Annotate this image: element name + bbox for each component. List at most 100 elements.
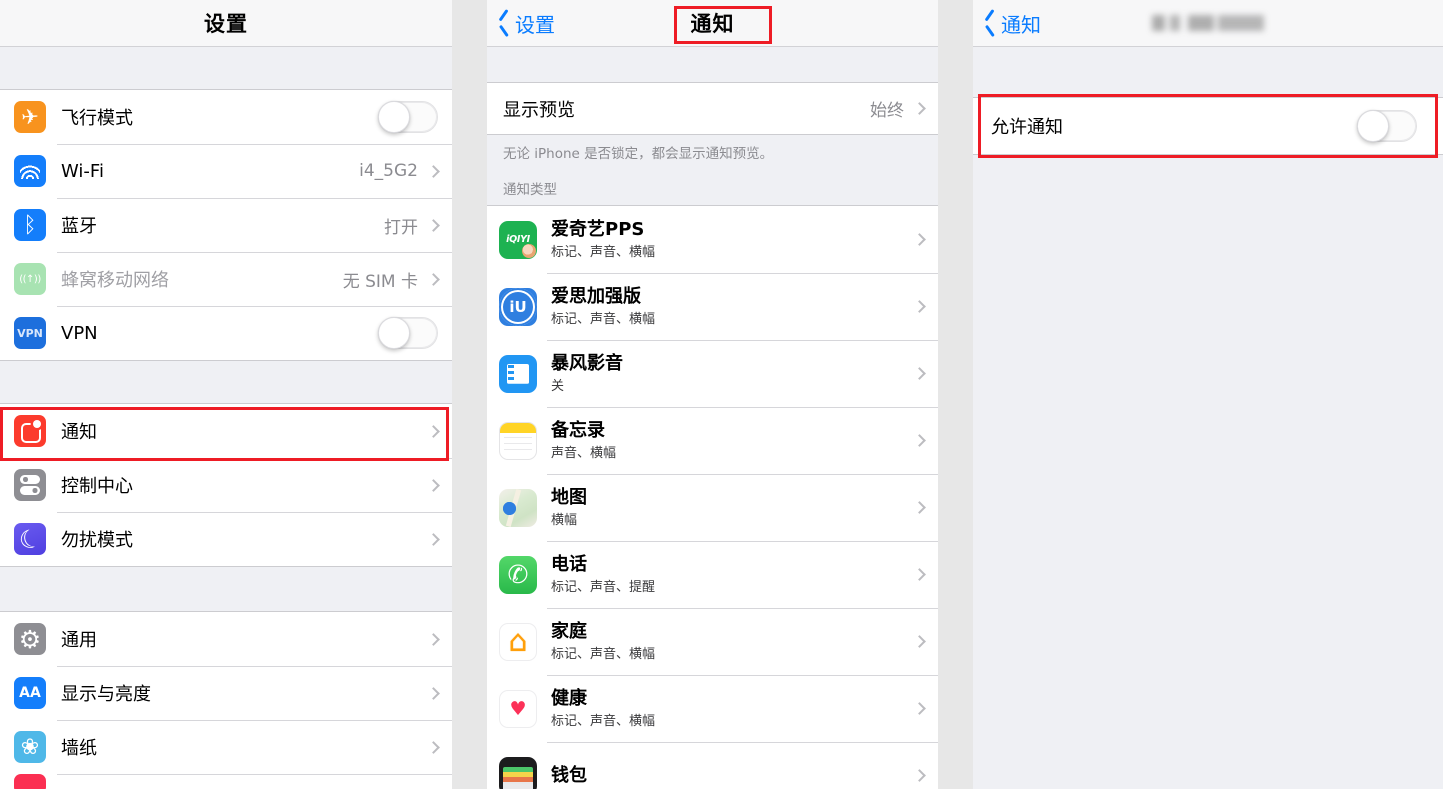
list-item-text: 爱思加强版 标记、声音、横幅: [551, 286, 655, 327]
sidebar-item-do-not-disturb[interactable]: 勿扰模式: [0, 512, 452, 566]
app-name: 备忘录: [551, 420, 605, 442]
notifications-icon: [14, 415, 46, 447]
allow-notifications-row[interactable]: 允许通知: [973, 98, 1443, 154]
row-label: 控制中心: [61, 476, 133, 497]
list-item-text: 家庭 标记、声音、横幅: [551, 621, 655, 662]
panel-divider: [938, 0, 973, 789]
list-item[interactable]: 备忘录 声音、横幅: [487, 407, 938, 475]
wallet-icon: [499, 756, 537, 789]
app-name: 健康: [551, 688, 587, 710]
sidebar-item-general[interactable]: 通用: [0, 612, 452, 666]
app-subtitle: 标记、声音、横幅: [551, 646, 656, 662]
settings-panel: 设置 飞行模式 Wi-Fi i4_5G2 蓝: [0, 0, 452, 789]
maps-icon: [499, 488, 537, 527]
app-subtitle: 标记、声音、提醒: [551, 579, 656, 595]
list-item-text: 爱奇艺PPS 标记、声音、横幅: [551, 219, 655, 260]
chevron-right-icon: [913, 300, 926, 314]
sidebar-item-control-center[interactable]: 控制中心: [0, 458, 452, 512]
chevron-left-icon: [985, 14, 996, 33]
sidebar-item-bluetooth[interactable]: 蓝牙 打开: [0, 198, 452, 252]
row-label: 蓝牙: [61, 216, 97, 237]
page-title: 设置: [204, 12, 248, 36]
app-notification-list: 爱奇艺PPS 标记、声音、横幅 爱思加强版 标记、声音、横幅 暴风影音 关: [487, 205, 938, 789]
row-control: [427, 478, 440, 492]
section-spacer: [0, 567, 452, 611]
sidebar-item-vpn[interactable]: VPN: [0, 306, 452, 360]
back-button-notifications[interactable]: 通知: [973, 9, 1041, 38]
list-item[interactable]: 钱包: [487, 742, 938, 789]
chevron-right-icon: [427, 272, 440, 286]
row-control: [378, 101, 438, 133]
chevron-right-icon: [427, 632, 440, 646]
show-previews-note: 无论 iPhone 是否锁定，都会显示通知预览。: [503, 146, 774, 162]
cellular-icon: [14, 263, 46, 295]
iqiyi-pps-icon: [499, 220, 537, 259]
row-control: [378, 317, 438, 349]
sidebar-item-airplane-mode[interactable]: 飞行模式: [0, 90, 452, 144]
list-item[interactable]: 电话 标记、声音、提醒: [487, 541, 938, 609]
show-previews-row[interactable]: 显示预览 始终: [487, 83, 938, 134]
detail-navbar: 通知: [973, 0, 1443, 47]
chevron-right-icon: [427, 740, 440, 754]
row-label: VPN: [61, 322, 98, 344]
row-control: [427, 424, 440, 438]
back-button-label: 通知: [1001, 12, 1041, 37]
list-item-text: 地图 横幅: [551, 487, 587, 528]
section-spacer: [0, 361, 452, 403]
app-name: 家庭: [551, 621, 587, 643]
bluetooth-icon: [14, 209, 46, 241]
three-panel-screenshot: 设置 飞行模式 Wi-Fi i4_5G2 蓝: [0, 0, 1443, 789]
sidebar-item-notifications[interactable]: 通知: [0, 404, 452, 458]
list-item-text: 健康 标记、声音、横幅: [551, 688, 655, 729]
chevron-right-icon: [913, 568, 926, 582]
list-item-text: 电话 标记、声音、提醒: [551, 554, 655, 595]
notifications-navbar: 设置 通知: [487, 0, 938, 47]
list-item[interactable]: 地图 横幅: [487, 474, 938, 542]
toggle-knob: [378, 101, 410, 133]
aisi-icon: [499, 287, 537, 326]
row-label: Wi-Fi: [61, 160, 104, 182]
wifi-icon: [14, 155, 46, 187]
row-label: 显示与亮度: [61, 684, 151, 705]
app-name: 爱思加强版: [551, 286, 641, 308]
chevron-right-icon: [913, 501, 926, 515]
section-spacer: [0, 47, 452, 89]
app-subtitle: 声音、横幅: [551, 445, 617, 461]
chevron-right-icon: [913, 635, 926, 649]
general-group: 通用 显示与亮度 墙纸: [0, 611, 452, 789]
chevron-right-icon: [913, 233, 926, 247]
row-control: i4_5G2: [359, 161, 440, 181]
sidebar-item-display-brightness[interactable]: 显示与亮度: [0, 666, 452, 720]
chevron-right-icon: [427, 164, 440, 178]
home-icon: [499, 622, 537, 661]
do-not-disturb-icon: [14, 523, 46, 555]
row-label: 通知: [61, 422, 97, 443]
sidebar-item-cellular[interactable]: 蜂窝移动网络 无 SIM 卡: [0, 252, 452, 306]
list-item[interactable]: 爱思加强版 标记、声音、横幅: [487, 273, 938, 341]
app-notification-detail-panel: 通知 允许通知: [973, 0, 1443, 789]
sidebar-item-wifi[interactable]: Wi-Fi i4_5G2: [0, 144, 452, 198]
list-item[interactable]: 暴风影音 关: [487, 340, 938, 408]
redaction-blur: [1152, 15, 1264, 31]
list-item[interactable]: 爱奇艺PPS 标记、声音、横幅: [487, 206, 938, 274]
chevron-right-icon: [427, 686, 440, 700]
vpn-toggle[interactable]: [378, 317, 438, 349]
row-control: [427, 686, 440, 700]
row-control: [427, 532, 440, 546]
allow-notifications-toggle[interactable]: [1357, 110, 1417, 142]
list-item[interactable]: 家庭 标记、声音、横幅: [487, 608, 938, 676]
sidebar-item-partial[interactable]: [0, 774, 452, 789]
phone-icon: [499, 555, 537, 594]
notifications-panel: 设置 通知 显示预览 始终 无论 iPhone 是否锁定，都会显示通知预览。 通…: [487, 0, 938, 789]
row-label: 蜂窝移动网络: [61, 270, 169, 291]
row-value: i4_5G2: [359, 161, 418, 181]
row-control: 打开: [384, 213, 440, 238]
back-button-settings[interactable]: 设置: [487, 9, 555, 38]
list-item[interactable]: 健康 标记、声音、横幅: [487, 675, 938, 743]
row-label: 墙纸: [61, 738, 97, 759]
settings-navbar: 设置: [0, 0, 452, 47]
row-control: [427, 632, 440, 646]
row-label: 飞行模式: [61, 108, 133, 129]
sidebar-item-wallpaper[interactable]: 墙纸: [0, 720, 452, 774]
airplane-mode-toggle[interactable]: [378, 101, 438, 133]
